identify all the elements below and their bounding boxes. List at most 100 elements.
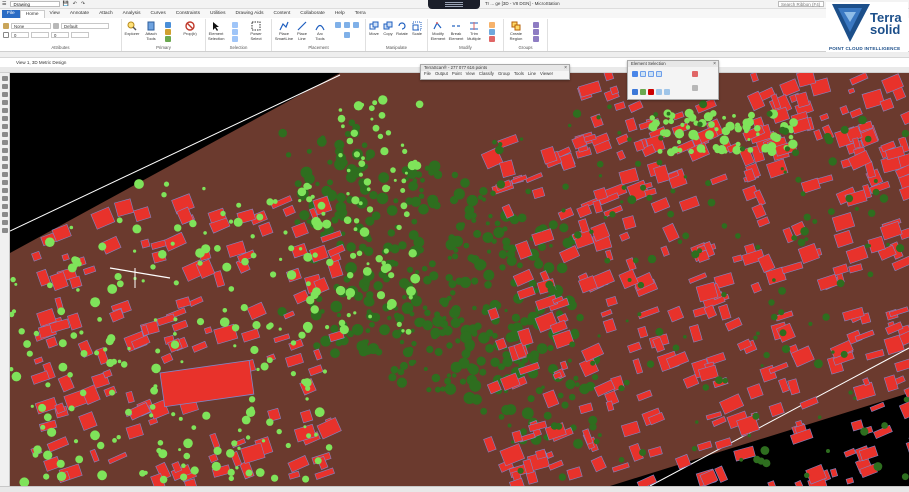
tab-content[interactable]: Content — [268, 10, 295, 18]
terrascan-menu-point[interactable]: Point — [452, 71, 462, 77]
tool-icon[interactable] — [1, 172, 8, 177]
tab-drawing-aids[interactable]: Drawing Aids — [230, 10, 268, 18]
tool-icon[interactable] — [1, 92, 8, 97]
text-style-dropdown[interactable]: Default — [61, 23, 109, 29]
create-region-button[interactable]: Create Region — [506, 21, 526, 41]
tool-icon[interactable] — [489, 29, 495, 35]
app-menu-icon[interactable]: ☰ — [0, 1, 8, 7]
shape-select-icon[interactable] — [648, 71, 654, 77]
line-select-icon[interactable] — [656, 71, 662, 77]
clear-mode-icon[interactable] — [664, 89, 670, 95]
tool-icon[interactable] — [533, 29, 539, 35]
delete-icon[interactable] — [489, 36, 495, 42]
tool-icon[interactable] — [1, 116, 8, 121]
tool-icon[interactable] — [1, 204, 8, 209]
circle-tool-icon[interactable] — [334, 22, 341, 28]
tool-icon[interactable] — [533, 22, 539, 28]
tab-home[interactable]: Home — [19, 10, 45, 18]
add-mode-icon[interactable] — [640, 89, 646, 95]
selection-option-icon[interactable] — [692, 85, 698, 91]
tool-icon[interactable] — [1, 124, 8, 129]
tool-icon[interactable] — [1, 100, 8, 105]
tool-icon[interactable] — [489, 22, 495, 28]
place-smartline-button[interactable]: Place SmartLine — [274, 21, 294, 41]
tool-icon[interactable] — [232, 22, 238, 28]
break-element-button[interactable]: Break Element — [447, 21, 465, 41]
search-ribbon-input[interactable]: Search Ribbon (F4) — [778, 1, 824, 7]
terrascan-menu-viewer[interactable]: Viewer — [540, 71, 553, 77]
tool-icon[interactable] — [1, 188, 8, 193]
workflow-selector[interactable]: Drawing — [10, 1, 61, 7]
redo-icon[interactable]: ↷ — [79, 1, 87, 7]
tool-icon[interactable] — [1, 164, 8, 169]
tool-icon[interactable] — [1, 140, 8, 145]
polygon-tool-icon[interactable] — [353, 22, 360, 28]
terrascan-menu-group[interactable]: Group — [498, 71, 510, 77]
copy-button[interactable]: Copy — [381, 21, 395, 37]
tab-help[interactable]: Help — [330, 10, 350, 18]
explorer-button[interactable]: Explorer — [124, 21, 140, 37]
attach-tools-button[interactable]: Attach Tools — [143, 21, 159, 41]
close-icon[interactable]: × — [564, 65, 567, 71]
view-1-viewport[interactable] — [10, 73, 909, 486]
selection-option-icon[interactable] — [692, 71, 698, 77]
tool-icon[interactable] — [165, 22, 171, 28]
terrascan-menu-output[interactable]: Output — [435, 71, 448, 77]
line-style-dropdown[interactable] — [31, 32, 49, 38]
subtract-mode-icon[interactable] — [648, 89, 654, 95]
terrascan-menu-file[interactable]: File — [424, 71, 431, 77]
terrascan-menu-tools[interactable]: Tools — [514, 71, 524, 77]
place-line-button[interactable]: Place Line — [294, 21, 310, 41]
tab-attach[interactable]: Attach — [94, 10, 118, 18]
prop-button[interactable]: Prop(b) — [182, 21, 198, 37]
tab-terra[interactable]: Terra — [350, 10, 371, 18]
tool-icon[interactable] — [1, 148, 8, 153]
modify-element-button[interactable]: Modify Element — [429, 21, 447, 41]
save-icon[interactable]: 💾 — [60, 1, 70, 7]
terrascan-menu-classify[interactable]: Classify — [479, 71, 494, 77]
terrascan-menu-line[interactable]: Line — [528, 71, 536, 77]
block-select-icon[interactable] — [640, 71, 646, 77]
color-dropdown[interactable]: 0 — [11, 32, 29, 38]
tool-icon[interactable] — [1, 108, 8, 113]
transparency-dropdown[interactable] — [71, 32, 89, 38]
invert-mode-icon[interactable] — [656, 89, 662, 95]
power-select-button[interactable]: Power Select — [246, 21, 266, 41]
tool-icon[interactable] — [1, 228, 8, 233]
tool-icon[interactable] — [533, 36, 539, 42]
new-mode-icon[interactable] — [632, 89, 638, 95]
terrascan-window[interactable]: TerraScan® - 277 077 616 points × File Ou… — [420, 64, 570, 80]
tool-icon[interactable] — [232, 29, 238, 35]
weight-dropdown[interactable]: 0 — [51, 32, 69, 38]
tab-analysis[interactable]: Analysis — [118, 10, 146, 18]
move-button[interactable]: Move — [367, 21, 381, 37]
tool-icon[interactable] — [1, 180, 8, 185]
tool-icon[interactable] — [1, 212, 8, 217]
level-dropdown[interactable]: None — [11, 23, 51, 29]
tool-icon[interactable] — [1, 156, 8, 161]
tool-icon[interactable] — [1, 84, 8, 89]
tool-icon[interactable] — [1, 196, 8, 201]
rectangle-tool-icon[interactable] — [344, 22, 350, 28]
tool-icon[interactable] — [1, 220, 8, 225]
rotate-button[interactable]: Rotate — [395, 21, 409, 37]
terrascan-menu-view[interactable]: View — [466, 71, 475, 77]
screen-share-handle[interactable] — [428, 0, 480, 9]
scale-button[interactable]: Scale — [410, 21, 424, 37]
close-icon[interactable]: × — [713, 61, 716, 67]
tab-collaborate[interactable]: Collaborate — [295, 10, 330, 18]
tool-icon[interactable] — [165, 29, 171, 35]
tab-annotate[interactable]: Annotate — [65, 10, 94, 18]
tab-utilities[interactable]: Utilities — [205, 10, 230, 18]
tool-icon[interactable] — [165, 36, 171, 42]
text-tool-icon[interactable] — [344, 31, 350, 38]
element-selection-button[interactable]: Element Selection — [208, 21, 224, 41]
tab-view[interactable]: View — [45, 10, 65, 18]
arc-tools-button[interactable]: Arc Tools — [312, 21, 328, 41]
element-selection-window[interactable]: Element Selection × — [627, 60, 719, 100]
tab-curves[interactable]: Curves — [146, 10, 171, 18]
tool-icon[interactable] — [232, 36, 238, 42]
individual-select-icon[interactable] — [632, 71, 638, 77]
tool-icon[interactable] — [1, 76, 8, 81]
undo-icon[interactable]: ↶ — [71, 1, 79, 7]
